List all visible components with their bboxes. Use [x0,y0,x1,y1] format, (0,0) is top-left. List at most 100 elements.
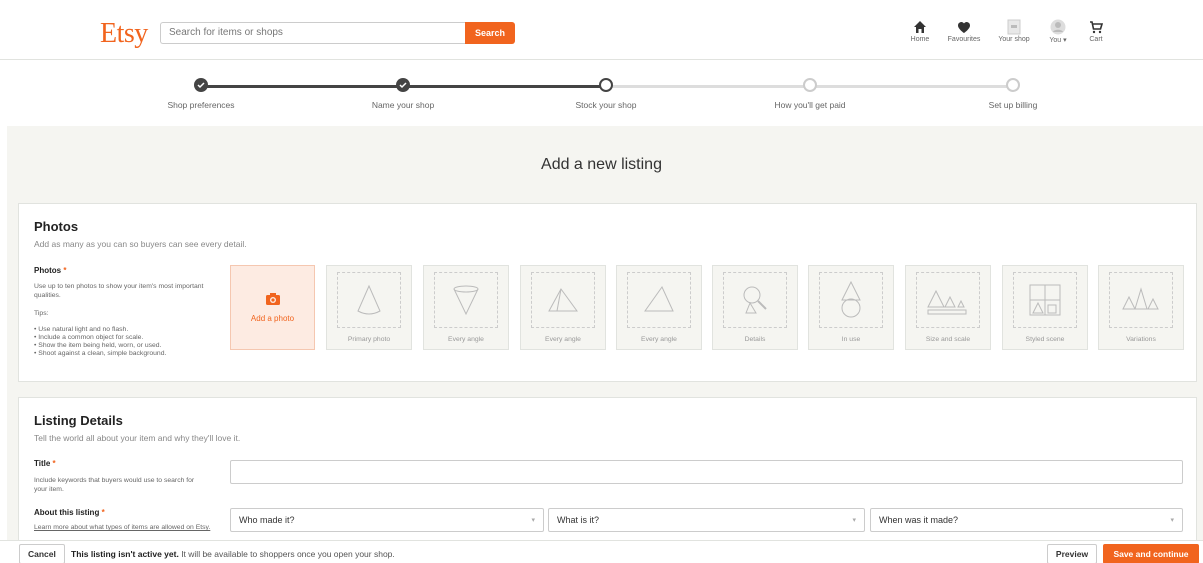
footer-message: This listing isn't active yet. It will b… [71,549,395,559]
search-button[interactable]: Search [465,22,515,44]
nav-your-shop-label: Your shop [998,36,1030,43]
future-step-dot [1006,78,1020,92]
slot-label: Every angle [448,336,484,343]
title-input[interactable] [230,460,1183,484]
heart-icon [957,18,971,36]
cone-icon [357,284,381,315]
photo-slot-details[interactable]: Details [712,265,798,350]
slot-label: Every angle [641,336,677,343]
who-made-it-select[interactable]: Who made it? ▾ [230,508,544,532]
step-label: Stock your shop [575,100,637,110]
slot-label: Details [744,336,766,343]
photos-subtitle: Add as many as you can so buyers can see… [34,239,247,249]
search-input[interactable]: Search for items or shops [160,22,466,44]
tips-list: Use natural light and no flash. Include … [34,326,166,358]
about-field-label-text: About this listing [34,508,100,517]
photo-slot-primary[interactable]: Primary photo [326,265,412,350]
future-step-dot [803,78,817,92]
photo-slot-angle[interactable]: Every angle [616,265,702,350]
step-label: How you'll get paid [774,100,846,110]
chevron-down-icon: ▾ [531,517,535,524]
select-value: What is it? [557,515,600,525]
when-was-it-made-select[interactable]: When was it made? ▾ [870,508,1183,532]
photo-slot-variations[interactable]: Variations [1098,265,1184,350]
slot-label: In use [841,336,861,343]
listing-details-section: Listing Details Tell the world all about… [18,397,1197,547]
step-name-your-shop: Name your shop [323,78,483,110]
variations-icon [1122,287,1159,310]
step-label: Set up billing [988,100,1038,110]
nav-home[interactable]: Home [903,18,937,44]
slot-label: Styled scene [1025,336,1065,343]
nav-favourites-label: Favourites [947,36,981,43]
inverted-cone-icon [453,285,479,316]
cone-side-icon [548,288,578,312]
step-shop-preferences: Shop preferences [121,78,281,110]
add-photo-button[interactable]: Add a photo [230,265,315,350]
magnifier-icon [743,286,767,314]
photo-slot-angle[interactable]: Every angle [520,265,606,350]
progress-stepper: Shop preferences Name your shop Stock yo… [0,75,1203,115]
chevron-down-icon: ▾ [852,517,856,524]
tips-label: Tips: [34,310,49,317]
cone-on-head-icon [841,280,861,318]
title-hint: Include keywords that buyers would use t… [34,477,195,493]
photo-slot-size[interactable]: Size and scale [905,265,991,350]
top-nav: Home Favourites Your shop You ▾ Cart [903,18,1113,44]
details-title: Listing Details [34,413,123,428]
cone-tilted-icon [644,286,674,312]
window-scene-icon [1029,284,1061,316]
nav-cart[interactable]: Cart [1079,18,1113,44]
slot-label: Every angle [545,336,581,343]
header: Etsy Search for items or shops Search Ho… [0,0,1203,60]
about-learn-more-link[interactable]: Learn more about what types of items are… [34,523,214,532]
slot-label: Variations [1126,336,1156,343]
save-and-continue-button[interactable]: Save and continue [1103,544,1199,563]
etsy-logo[interactable]: Etsy [100,18,148,50]
details-subtitle: Tell the world all about your item and w… [34,433,241,443]
photo-slot-in-use[interactable]: In use [808,265,894,350]
preview-button[interactable]: Preview [1047,544,1097,563]
shop-icon [1007,18,1021,36]
photo-slot-styled[interactable]: Styled scene [1002,265,1088,350]
required-mark: * [52,459,56,468]
size-cones-icon [927,289,967,315]
page-title: Add a new listing [541,156,662,173]
step-how-youll-get-paid: How you'll get paid [730,78,890,110]
title-field-label: Title * [34,459,56,468]
nav-favourites[interactable]: Favourites [941,18,987,44]
step-label: Name your shop [371,100,435,110]
step-set-up-billing: Set up billing [933,78,1093,110]
photo-slot-angle[interactable]: Every angle [423,265,509,350]
nav-your-shop[interactable]: Your shop [991,18,1037,44]
check-icon [194,78,208,92]
nav-cart-label: Cart [1089,36,1103,43]
footer-message-bold: This listing isn't active yet. [71,549,179,559]
check-icon [396,78,410,92]
tip-item: Show the item being held, worn, or used. [34,342,166,350]
photos-section: Photos Add as many as you can so buyers … [18,203,1197,382]
nav-you[interactable]: You ▾ [1041,18,1075,44]
photos-field-label-text: Photos [34,266,62,275]
slot-label: Size and scale [925,336,971,343]
select-value: When was it made? [879,515,959,525]
step-label: Shop preferences [167,100,235,110]
step-stock-your-shop: Stock your shop [526,78,686,110]
select-value: Who made it? [239,515,295,525]
what-is-it-select[interactable]: What is it? ▾ [548,508,865,532]
chevron-down-icon: ▾ [1170,517,1174,524]
required-mark: * [63,266,67,275]
current-step-dot [599,78,613,92]
slot-label: Primary photo [347,336,391,343]
cart-icon [1089,18,1103,36]
nav-you-label: You ▾ [1049,37,1067,44]
tip-item: Use natural light and no flash. [34,326,166,334]
camera-icon [265,293,280,305]
photos-field-label: Photos * [34,266,66,275]
tip-item: Shoot against a clean, simple background… [34,350,166,358]
photos-hint: Use up to ten photos to show your item's… [34,283,204,299]
title-field-label-text: Title [34,459,51,468]
footer-bar: Cancel This listing isn't active yet. It… [0,540,1203,563]
cancel-button[interactable]: Cancel [19,544,65,563]
tip-item: Include a common object for scale. [34,334,166,342]
